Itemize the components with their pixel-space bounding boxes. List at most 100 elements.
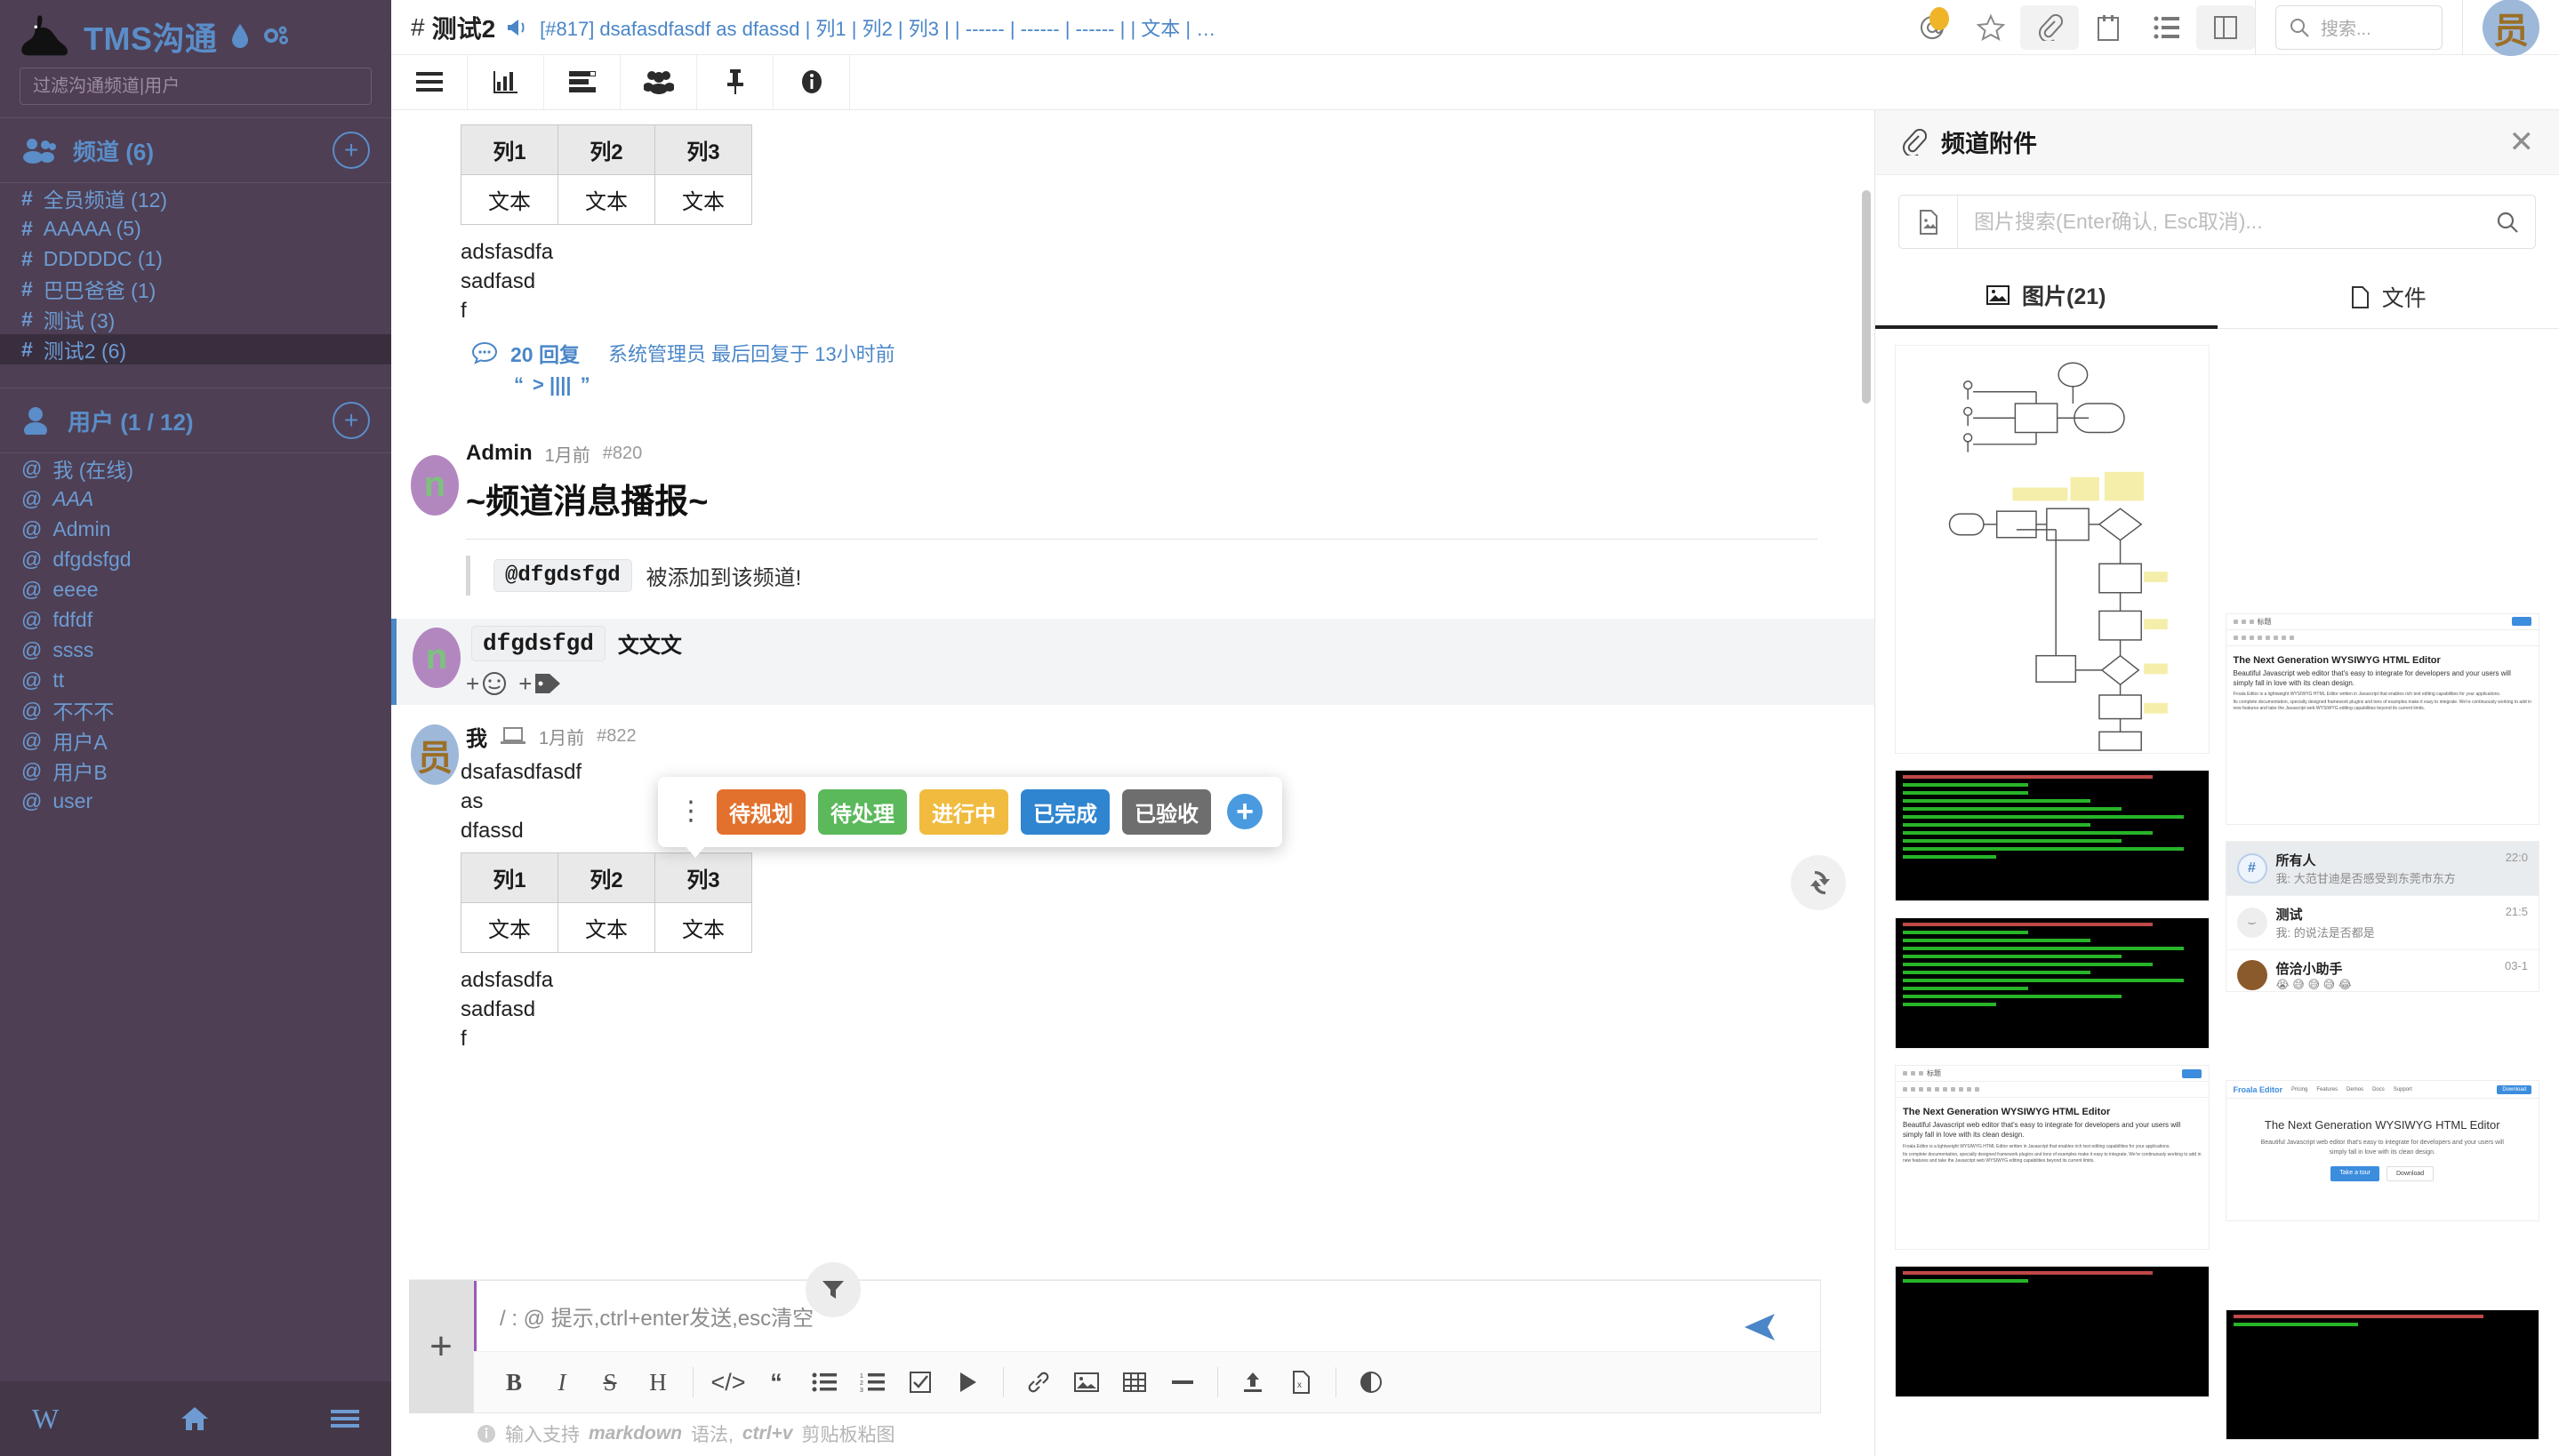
sidebar-item-user[interactable]: @tt xyxy=(0,665,391,695)
tab-images[interactable]: 图片(21) xyxy=(1875,265,2218,329)
sidebar-item-user[interactable]: @fdfdf xyxy=(0,604,391,635)
add-emoji-icon[interactable]: + xyxy=(466,670,508,698)
wiki-icon[interactable]: W xyxy=(32,1403,59,1436)
mention-icon[interactable] xyxy=(1903,0,1961,55)
filter-icon[interactable] xyxy=(806,1262,861,1317)
tag-chip[interactable]: 进行中 xyxy=(919,789,1008,835)
bold-icon[interactable]: B xyxy=(490,1361,538,1404)
mention-chip[interactable]: @dfgdsfgd xyxy=(493,559,632,592)
link-icon[interactable] xyxy=(1015,1361,1063,1404)
sidebar-item-user[interactable]: @用户A xyxy=(0,725,391,756)
tag-chip[interactable]: 待处理 xyxy=(818,789,907,835)
members-icon[interactable] xyxy=(621,55,697,109)
gears-icon[interactable] xyxy=(262,24,289,49)
droplet-icon[interactable] xyxy=(230,24,250,49)
more-options-icon[interactable]: ⋮ xyxy=(678,804,704,820)
info-icon[interactable] xyxy=(774,55,850,109)
paperclip-icon[interactable] xyxy=(2020,5,2079,50)
code-icon[interactable]: </> xyxy=(704,1361,752,1404)
sidebar-item-user[interactable]: @eeee xyxy=(0,574,391,604)
add-tag-button[interactable]: + xyxy=(1227,794,1263,829)
add-user-button[interactable]: + xyxy=(333,402,370,439)
reply-count[interactable]: 20 回复 xyxy=(510,338,580,368)
thumbnail-terminal[interactable] xyxy=(2226,1309,2540,1440)
play-icon[interactable] xyxy=(944,1361,992,1404)
star-icon[interactable] xyxy=(1961,0,2020,55)
table-icon[interactable] xyxy=(1111,1361,1159,1404)
sidebar-item-user[interactable]: @不不不 xyxy=(0,695,391,725)
user-label: eeee xyxy=(52,578,98,602)
attachment-gallery[interactable]: 标题 The Next Generation WYSIWYG HTML Edit… xyxy=(1875,329,2559,1456)
image-icon[interactable] xyxy=(1063,1361,1111,1404)
editor-toolbar: 标题 xyxy=(1896,1066,2209,1082)
send-button[interactable] xyxy=(1743,1312,1777,1342)
sidebar-item-user[interactable]: @ssss xyxy=(0,635,391,665)
sidebar-item-user[interactable]: @我 (在线) xyxy=(0,453,391,484)
comment-icon xyxy=(471,341,498,364)
pin-icon[interactable] xyxy=(697,55,774,109)
thumbnail-editor[interactable]: 标题 The Next Generation WYSIWYG HTML Edit… xyxy=(1895,1065,2210,1250)
board-icon[interactable] xyxy=(544,55,621,109)
user-list-scroll[interactable]: @我 (在线) @AAA @Admin @dfgdsfgd @eeee @fdf… xyxy=(0,453,391,1381)
notebook-icon[interactable] xyxy=(2079,0,2138,55)
avatar[interactable]: n xyxy=(413,628,461,688)
sidebar-item-user[interactable]: @dfgdsfgd xyxy=(0,544,391,574)
sidebar-item-channel[interactable]: #AAAAA (5) xyxy=(0,213,391,244)
sidebar-item-channel-active[interactable]: #测试2 (6) xyxy=(0,334,391,364)
menu-icon[interactable] xyxy=(331,1408,359,1429)
thumbnail-flowchart[interactable] xyxy=(1895,345,2210,754)
quote-icon[interactable]: “ xyxy=(752,1361,800,1404)
menu-icon[interactable] xyxy=(391,55,468,109)
list-icon[interactable] xyxy=(2138,0,2196,55)
tab-files[interactable]: 文件 xyxy=(2218,265,2559,328)
heading-icon[interactable]: H xyxy=(634,1361,682,1404)
sidebar-item-channel[interactable]: #全员频道 (12) xyxy=(0,183,391,213)
channel-topic[interactable]: [#817] dsafasdfasdf as dfassd | 列1 | 列2 … xyxy=(540,13,1215,42)
search-icon[interactable] xyxy=(2480,211,2535,234)
add-channel-button[interactable]: + xyxy=(333,132,370,169)
avatar[interactable]: n xyxy=(411,455,459,516)
reply-bar[interactable]: 20 回复 系统管理员 最后回复于 13小时前 xyxy=(471,338,1874,368)
thumbnail-terminal[interactable] xyxy=(1895,1266,2210,1397)
thumbnail-editor[interactable]: 标题 The Next Generation WYSIWYG HTML Edit… xyxy=(2226,613,2540,825)
chart-icon[interactable] xyxy=(468,55,544,109)
message-list[interactable]: 列1 列2 列3 文本 文本 文本 adsfasdfa sadfasd xyxy=(391,110,1874,1279)
avatar[interactable]: 员 xyxy=(411,724,459,785)
thumbnail-website[interactable]: Froala Editor Pricing Features Demos Doc… xyxy=(2226,1080,2540,1221)
hr-icon[interactable] xyxy=(1159,1361,1207,1404)
thumbnail-terminal[interactable] xyxy=(1895,917,2210,1049)
tag-chip[interactable]: 待规划 xyxy=(717,789,806,835)
home-icon[interactable] xyxy=(180,1405,210,1432)
add-attachment-button[interactable]: + xyxy=(409,1280,473,1413)
checklist-icon[interactable] xyxy=(896,1361,944,1404)
thumbnail-chat-list[interactable]: # 所有人 我: 大范甘迪是否感受到东莞市东方 22:0 ⌣ 测试 xyxy=(2226,841,2540,992)
sidebar-filter-input[interactable] xyxy=(20,68,372,105)
close-icon[interactable]: ✕ xyxy=(2509,124,2535,160)
message-scrollbar[interactable] xyxy=(1862,190,1871,404)
strikethrough-icon[interactable]: S xyxy=(586,1361,634,1404)
bullet-list-icon[interactable] xyxy=(800,1361,848,1404)
sidebar-item-user[interactable]: @AAA xyxy=(0,484,391,514)
sidebar-item-channel[interactable]: #测试 (3) xyxy=(0,304,391,334)
add-tag-icon[interactable]: + xyxy=(518,670,562,698)
upload-icon[interactable] xyxy=(1229,1361,1277,1404)
tag-chip[interactable]: 已验收 xyxy=(1122,789,1211,835)
numbered-list-icon[interactable]: 123 xyxy=(848,1361,896,1404)
message-input[interactable]: / : @ 提示,ctrl+enter发送,esc清空 xyxy=(474,1281,1820,1351)
sync-icon[interactable] xyxy=(1791,855,1846,910)
attachment-search-input[interactable] xyxy=(1958,210,2480,234)
sidebar-item-user[interactable]: @Admin xyxy=(0,514,391,544)
avatar[interactable]: 员 xyxy=(2483,0,2539,56)
sidebar-item-channel[interactable]: #巴巴爸爸 (1) xyxy=(0,274,391,304)
sidebar-item-user[interactable]: @用户B xyxy=(0,756,391,786)
preview-icon[interactable] xyxy=(1347,1361,1395,1404)
sidebar-item-channel[interactable]: #DDDDDC (1) xyxy=(0,244,391,274)
thumbnail-terminal[interactable] xyxy=(1895,770,2210,901)
file-export-icon[interactable]: x xyxy=(1277,1361,1325,1404)
italic-icon[interactable]: I xyxy=(538,1361,586,1404)
search-input[interactable]: 搜索... xyxy=(2275,5,2443,50)
split-view-icon[interactable] xyxy=(2196,5,2255,50)
tag-chip[interactable]: 已完成 xyxy=(1021,789,1110,835)
message-item-selected[interactable]: n dfgdsfgd 文文文 + + xyxy=(391,619,1874,705)
sidebar-item-user[interactable]: @user xyxy=(0,786,391,816)
